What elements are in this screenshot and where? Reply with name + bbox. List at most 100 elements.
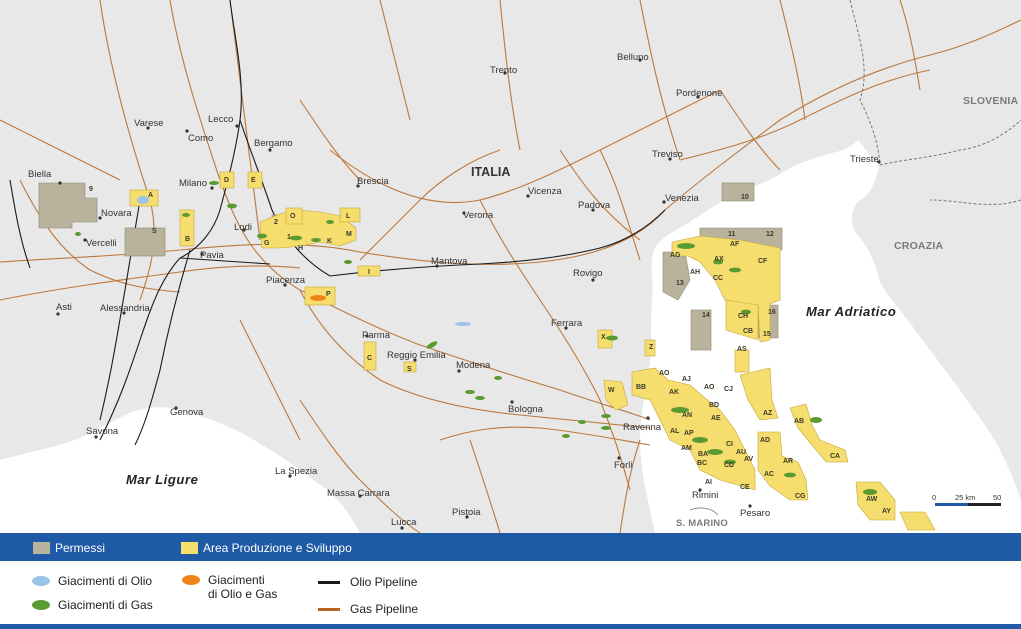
- block-code: AV: [744, 456, 754, 463]
- city-lodi: Lodi: [234, 222, 252, 233]
- block-code: AE: [711, 415, 721, 422]
- block-code: BB: [636, 384, 646, 391]
- city-trieste: Trieste: [850, 154, 879, 165]
- city-como: Como: [188, 133, 213, 144]
- block-code: P: [326, 291, 331, 298]
- city-parma: Parma: [362, 330, 391, 341]
- city-vercelli: Vercelli: [86, 238, 117, 249]
- legend-giacimenti-gas-label: Giacimenti di Gas: [58, 598, 153, 612]
- produzione-swatch: [181, 542, 198, 554]
- city-la-spezia: La Spezia: [275, 466, 318, 477]
- block-code: CH: [738, 313, 748, 320]
- city-genova: Genova: [170, 407, 204, 418]
- map-canvas: Biella Novara Vercelli Varese Como Lecco…: [0, 0, 1021, 533]
- country-label-san-marino: S. MARINO: [676, 518, 728, 529]
- city-brescia: Brescia: [357, 176, 389, 187]
- block-code: CB: [743, 328, 753, 335]
- country-label-slovenia: SLOVENIA: [963, 95, 1018, 107]
- city-bergamo: Bergamo: [254, 138, 293, 149]
- legend-giacimenti-olio-label: Giacimenti di Olio: [58, 574, 153, 588]
- block-code: 9: [89, 186, 93, 193]
- city-lecco: Lecco: [208, 114, 233, 125]
- block-code: O: [290, 213, 296, 220]
- city-biella: Biella: [28, 169, 52, 180]
- block-code: W: [608, 387, 615, 394]
- block-code: AU: [736, 449, 746, 456]
- oil-field-icon: [32, 576, 50, 586]
- block-code: AL: [670, 428, 680, 435]
- city-asti: Asti: [56, 302, 72, 313]
- oil-gas-field-icon: [182, 575, 200, 585]
- legend-permessi: Permessi: [33, 541, 105, 555]
- block-code: AH: [690, 269, 700, 276]
- legend-area-produzione: Area Produzione e Sviluppo: [181, 541, 352, 555]
- block-code: B: [185, 236, 190, 243]
- sea-label-adriatico: Mar Adriatico: [806, 304, 896, 319]
- map: Biella Novara Vercelli Varese Como Lecco…: [0, 0, 1021, 533]
- block-code: AK: [669, 389, 679, 396]
- legend-giacimenti-gas: Giacimenti di Gas: [32, 598, 153, 612]
- city-pistoia: Pistoia: [452, 507, 481, 518]
- legend-gas-pipeline: Gas Pipeline: [318, 602, 418, 616]
- block-code: S: [152, 228, 157, 235]
- block-code: 12: [766, 231, 774, 238]
- block-code: K: [327, 238, 332, 245]
- block-code: 11: [728, 231, 736, 238]
- city-venezia: Venezia: [665, 193, 700, 204]
- scale-label-end: 50: [993, 493, 1001, 502]
- block-code: AO: [659, 370, 670, 377]
- oil-gas-field: [310, 295, 326, 301]
- block-code: 2: [274, 219, 278, 226]
- city-vicenza: Vicenza: [528, 186, 562, 197]
- legend-giacimenti-olio: Giacimenti di Olio: [32, 574, 152, 588]
- city-pordenone: Pordenone: [676, 88, 722, 99]
- country-label-italia: ITALIA: [471, 165, 510, 179]
- city-belluno: Belluno: [617, 52, 649, 63]
- block-code: AM: [681, 445, 692, 452]
- block-code: X: [601, 334, 606, 341]
- city-pesaro: Pesaro: [740, 508, 770, 519]
- block-code: BD: [709, 402, 719, 409]
- block-code: CC: [713, 275, 723, 282]
- legend-olio-gas-line1: Giacimenti: [208, 573, 265, 587]
- block-code: AB: [794, 418, 804, 425]
- city-ferrara: Ferrara: [551, 318, 583, 329]
- oil-pipeline-icon: [318, 581, 340, 584]
- block-code: CE: [740, 484, 750, 491]
- city-rimini: Rimini: [692, 490, 718, 501]
- scale-label-mid: 25 km: [955, 493, 975, 502]
- legend-area-produzione-label: Area Produzione e Sviluppo: [203, 541, 352, 555]
- block-code: G: [264, 240, 270, 247]
- city-novara: Novara: [101, 208, 132, 219]
- block-code: AS: [737, 346, 747, 353]
- legend-panel: Giacimenti di Olio Giacimenti di Gas Gia…: [0, 561, 1021, 629]
- block-code: AF: [730, 241, 740, 248]
- block-code: S: [407, 366, 412, 373]
- legend-olio-pipeline: Olio Pipeline: [318, 575, 417, 589]
- block-code: 10: [741, 194, 749, 201]
- bottom-rule: [0, 624, 1021, 629]
- city-varese: Varese: [134, 118, 163, 129]
- block-code: CF: [758, 258, 768, 265]
- permessi-swatch: [33, 542, 50, 554]
- city-forli: Forlì: [614, 460, 633, 471]
- city-reggio-emilia: Reggio Emilia: [387, 350, 446, 361]
- country-label-croazia: CROAZIA: [894, 240, 943, 252]
- block-code: AZ: [763, 410, 773, 417]
- legend-olio-pipeline-label: Olio Pipeline: [350, 575, 418, 589]
- block-code: AW: [866, 496, 878, 503]
- block-code: E: [251, 177, 256, 184]
- legend-olio-gas-line2: di Olio e Gas: [208, 587, 278, 601]
- city-bologna: Bologna: [508, 404, 544, 415]
- block-code: AR: [783, 458, 793, 465]
- city-treviso: Treviso: [652, 149, 683, 160]
- block-code: 16: [768, 309, 776, 316]
- block-code: AY: [882, 508, 891, 515]
- city-piacenza: Piacenza: [266, 275, 306, 286]
- block-code: BC: [697, 460, 707, 467]
- block-code: AP: [684, 430, 694, 437]
- city-savona: Savona: [86, 426, 119, 437]
- block-code: 1: [287, 234, 291, 241]
- block-code: AD: [760, 437, 770, 444]
- block-code: I: [368, 269, 370, 276]
